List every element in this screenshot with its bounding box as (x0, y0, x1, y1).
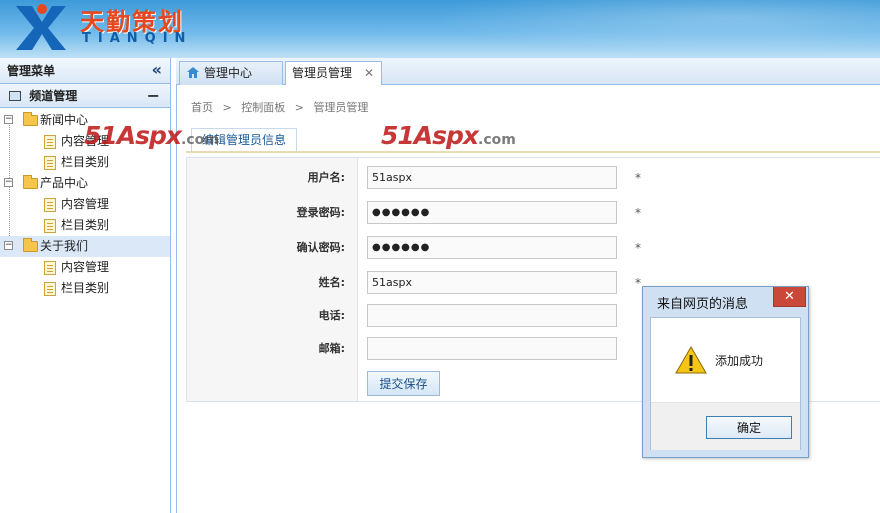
sidebar-panel-title: 频道管理 (29, 89, 78, 103)
confirm-password-input[interactable]: ●●●●●● (367, 236, 617, 259)
tree-leaf-products-content[interactable]: 内容管理 (0, 194, 170, 215)
tree-leaf-news-category[interactable]: 栏目类别 (0, 152, 170, 173)
watermark: 51Aspx.com (84, 121, 219, 150)
tree-leaf-label: 栏目类别 (61, 281, 110, 295)
tab-bar: 管理中心 管理员管理 ✕ (176, 58, 880, 86)
tree-node-products[interactable]: − 产品中心 (0, 173, 170, 194)
email-label: 邮箱: (318, 342, 345, 355)
breadcrumb-separator: > (294, 101, 304, 114)
username-input[interactable]: 51aspx (367, 166, 617, 189)
sidebar-title: 管理菜单 (7, 64, 56, 78)
username-label: 用户名: (307, 171, 345, 184)
confirm-password-label: 确认密码: (296, 241, 345, 254)
tree-leaf-products-category[interactable]: 栏目类别 (0, 215, 170, 236)
logo-icon (16, 4, 66, 50)
required-mark: * (635, 206, 641, 220)
ok-button[interactable]: 确定 (706, 416, 792, 439)
tree-leaf-label: 内容管理 (61, 197, 110, 211)
warning-icon (675, 346, 707, 374)
password-label: 登录密码: (296, 206, 345, 219)
collapse-toggle-icon[interactable]: − (4, 115, 13, 124)
tree-leaf-label: 栏目类别 (61, 155, 110, 169)
breadcrumb: 首页 > 控制面板 > 管理员管理 (191, 99, 374, 115)
dialog-body: 添加成功 确定 (650, 317, 801, 450)
watermark-suffix: .com (478, 132, 516, 148)
password-input[interactable]: ●●●●●● (367, 201, 617, 224)
breadcrumb-current: 管理员管理 (313, 101, 369, 114)
tree-node-label: 关于我们 (40, 239, 89, 253)
phone-label: 电话: (318, 309, 345, 322)
tree-node-about[interactable]: − 关于我们 (0, 236, 170, 257)
dialog-footer: 确定 (651, 402, 800, 450)
watermark-text: 51Aspx (381, 121, 479, 150)
phone-input[interactable] (367, 304, 617, 327)
breadcrumb-control-panel[interactable]: 控制面板 (241, 101, 285, 114)
app-header: 天勤策划 TIANQIN (0, 0, 880, 58)
name-input[interactable]: 51aspx (367, 271, 617, 294)
page-icon (44, 261, 56, 275)
required-mark: * (635, 171, 641, 185)
folder-open-icon (23, 238, 38, 252)
tree-node-label: 新闻中心 (40, 113, 89, 127)
close-dialog-button[interactable]: ✕ (773, 287, 806, 307)
page-icon (44, 219, 56, 233)
collapse-panel-icon[interactable]: − (147, 84, 160, 108)
divider (186, 151, 880, 153)
tree-leaf-about-content[interactable]: 内容管理 (0, 257, 170, 278)
breadcrumb-separator: > (222, 101, 232, 114)
tree-leaf-about-category[interactable]: 栏目类别 (0, 278, 170, 299)
watermark-suffix: .com (181, 132, 219, 148)
tab-label: 管理中心 (204, 66, 253, 80)
dialog-title: 来自网页的消息 (657, 297, 749, 312)
alert-dialog: 来自网页的消息 ✕ 添加成功 确定 (642, 286, 809, 458)
required-mark: * (635, 276, 641, 290)
monitor-icon (9, 90, 21, 101)
email-input[interactable] (367, 337, 617, 360)
dialog-message: 添加成功 (715, 354, 764, 368)
page-icon (44, 156, 56, 170)
watermark: 51Aspx.com (381, 121, 516, 150)
logo-subtext: TIANQIN (82, 31, 193, 46)
collapse-toggle-icon[interactable]: − (4, 241, 13, 250)
tree-leaf-label: 内容管理 (61, 260, 110, 274)
sidebar-header: 管理菜单 « (0, 58, 170, 84)
home-icon (187, 67, 199, 78)
submit-save-button[interactable]: 提交保存 (367, 371, 440, 396)
required-mark: * (635, 241, 641, 255)
name-label: 姓名: (318, 276, 345, 289)
sidebar-panel-header[interactable]: 频道管理 − (0, 84, 170, 108)
collapse-toggle-icon[interactable]: − (4, 178, 13, 187)
page-icon (44, 282, 56, 296)
tab-admin-management[interactable]: 管理员管理 ✕ (285, 61, 382, 86)
page-icon (44, 198, 56, 212)
folder-open-icon (23, 112, 38, 126)
form-row-password: 登录密码: ●●●●●● * (187, 201, 880, 225)
tree-leaf-label: 栏目类别 (61, 218, 110, 232)
close-tab-icon[interactable]: ✕ (364, 62, 374, 84)
breadcrumb-home[interactable]: 首页 (191, 101, 213, 114)
form-row-confirm-password: 确认密码: ●●●●●● * (187, 236, 880, 260)
watermark-text: 51Aspx (84, 121, 182, 150)
form-row-username: 用户名: 51aspx * (187, 166, 880, 190)
tab-label: 管理员管理 (292, 66, 353, 80)
collapse-sidebar-icon[interactable]: « (152, 58, 162, 82)
tree-node-label: 产品中心 (40, 176, 89, 190)
tab-dashboard[interactable]: 管理中心 (179, 61, 283, 85)
folder-open-icon (23, 175, 38, 189)
page-icon (44, 135, 56, 149)
